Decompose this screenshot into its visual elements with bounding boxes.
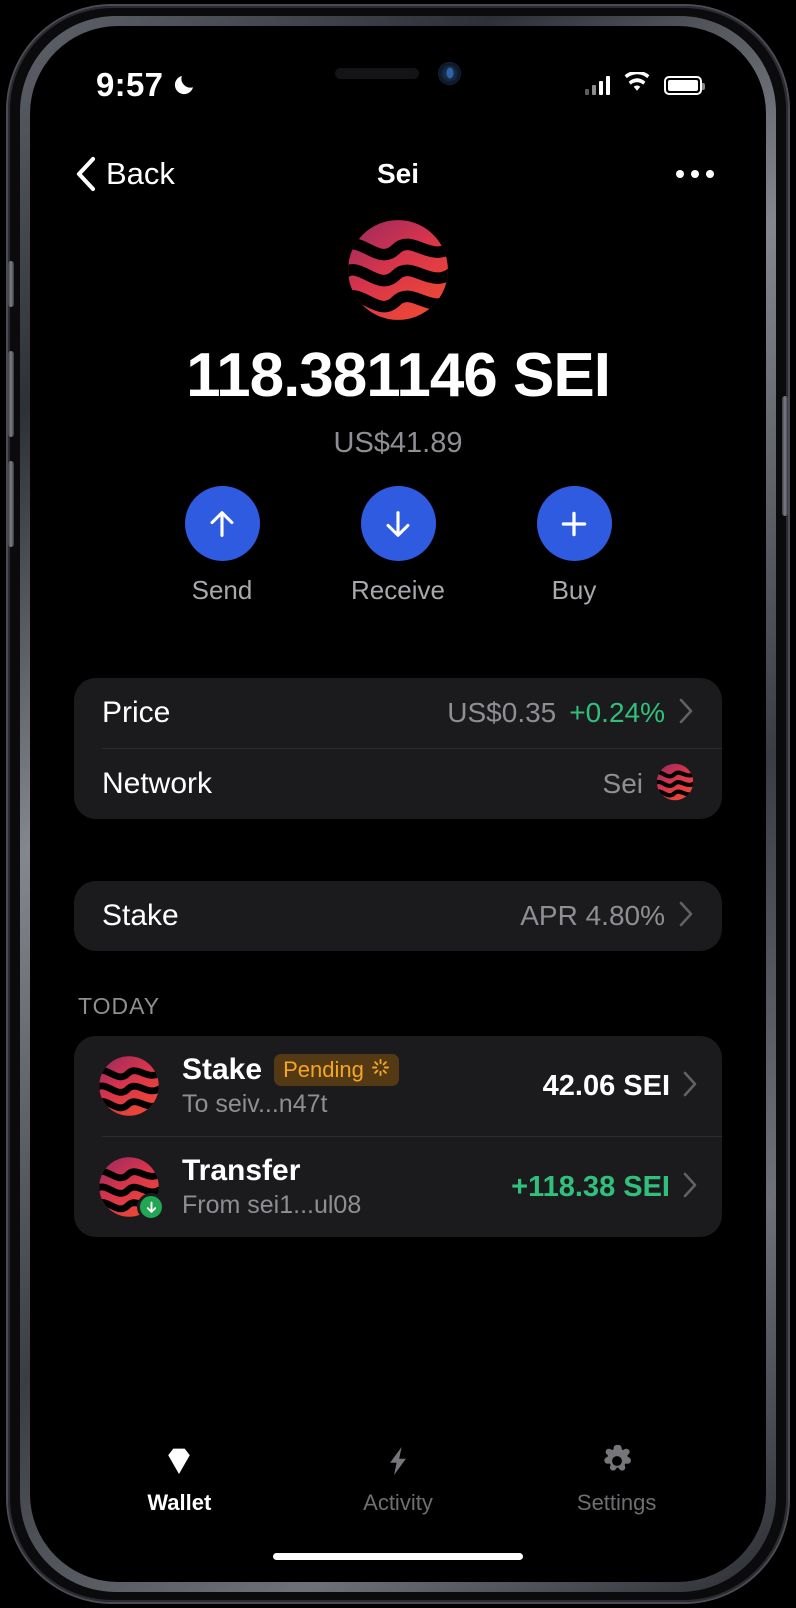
tab-activity[interactable]: Activity — [318, 1441, 478, 1516]
send-button-label: Send — [191, 575, 253, 605]
transaction-title-line: Transfer — [182, 1154, 511, 1188]
phone-device-frame: 9:57 Back Sei 118.381146 SEI US$41.89 Se… — [8, 6, 788, 1602]
status-bar-left: 9:57 — [96, 66, 196, 104]
transaction-subtitle: To seiv...n47t — [182, 1090, 328, 1118]
more-dot — [676, 170, 684, 178]
back-button[interactable]: Back — [74, 156, 175, 192]
sei-logo-icon — [98, 1055, 160, 1117]
receive-button-label: Receive — [351, 575, 445, 605]
home-indicator[interactable] — [273, 1553, 523, 1560]
transaction-details: Stake Pending To seiv...n47t — [182, 1053, 543, 1119]
transaction-title: Transfer — [182, 1154, 301, 1187]
sei-logo-icon — [346, 218, 450, 322]
volume-down-button[interactable] — [8, 461, 14, 547]
price-value: US$0.35 — [447, 697, 557, 728]
transaction-title-line: Stake Pending — [182, 1053, 543, 1087]
network-row-right: Sei — [603, 763, 694, 806]
sei-logo-icon — [656, 763, 694, 806]
arrow-down-icon — [360, 486, 436, 561]
plus-icon — [536, 486, 612, 561]
battery-full-icon — [664, 75, 705, 95]
transaction-amount-group: 42.06 SEI — [543, 1070, 698, 1103]
chevron-right-icon — [682, 1171, 698, 1204]
transaction-amount: 42.06 SEI — [542, 1069, 670, 1102]
receive-button[interactable]: Receive — [344, 486, 452, 606]
status-badge: Pending — [274, 1054, 399, 1086]
wifi-icon — [623, 70, 651, 98]
transactions-card: Stake Pending To seiv...n47t 42.06 SEI T… — [74, 1036, 722, 1237]
chevron-right-icon — [682, 1070, 698, 1103]
stake-apr-value: APR 4.80% — [520, 900, 665, 931]
network-row[interactable]: Network Sei — [74, 749, 722, 819]
lightning-bolt-icon — [318, 1441, 478, 1481]
transactions-section-title: TODAY — [78, 993, 161, 1019]
price-change: +0.24% — [569, 697, 665, 728]
token-info-card: Price US$0.35 +0.24% Network Sei — [74, 678, 722, 819]
send-button[interactable]: Send — [168, 486, 276, 606]
arrow-down-circle-icon — [137, 1193, 165, 1221]
token-balance: 118.381146 SEI — [186, 341, 611, 410]
chevron-right-icon — [678, 697, 694, 730]
tab-wallet-label: Wallet — [147, 1490, 212, 1515]
status-badge-label: Pending — [283, 1057, 364, 1082]
token-fiat-value: US$41.89 — [333, 427, 463, 459]
spinner-icon — [371, 1057, 390, 1083]
transaction-title: Stake — [182, 1053, 263, 1086]
chevron-left-icon — [74, 156, 96, 192]
phone-screen: 9:57 Back Sei 118.381146 SEI US$41.89 Se… — [30, 26, 766, 1582]
transaction-row-transfer[interactable]: Transfer From sei1...ul08 +118.38 SEI — [74, 1137, 722, 1237]
network-label: Network — [102, 767, 213, 800]
navigation-bar: Back Sei — [30, 138, 766, 210]
action-buttons: Send Receive Buy — [30, 486, 766, 606]
gem-icon — [99, 1441, 259, 1481]
transaction-subtitle: From sei1...ul08 — [182, 1191, 362, 1219]
stake-row-right: APR 4.80% — [520, 900, 694, 933]
tab-activity-label: Activity — [363, 1490, 433, 1515]
tab-wallet[interactable]: Wallet — [99, 1441, 259, 1516]
status-bar-right — [584, 70, 705, 98]
transaction-details: Transfer From sei1...ul08 — [182, 1154, 511, 1220]
status-bar: 9:57 — [30, 26, 766, 122]
more-options-button[interactable] — [668, 162, 722, 186]
tab-settings[interactable]: Settings — [537, 1441, 697, 1516]
network-value: Sei — [602, 768, 643, 799]
buy-button[interactable]: Buy — [520, 486, 628, 606]
arrow-up-icon — [184, 486, 260, 561]
transaction-row-stake[interactable]: Stake Pending To seiv...n47t 42.06 SEI — [74, 1036, 722, 1136]
stake-row[interactable]: Stake APR 4.80% — [74, 881, 722, 951]
cellular-bars-icon — [584, 75, 610, 95]
volume-up-button[interactable] — [8, 351, 14, 437]
power-button[interactable] — [782, 396, 788, 516]
price-label: Price — [102, 696, 171, 729]
chevron-right-icon — [678, 900, 694, 933]
transaction-amount-group: +118.38 SEI — [511, 1171, 698, 1204]
sei-logo-icon — [98, 1156, 165, 1221]
page-title: Sei — [376, 158, 420, 189]
price-row-right: US$0.35 +0.24% — [447, 697, 694, 730]
stake-label: Stake — [102, 899, 179, 932]
silent-switch-button[interactable] — [8, 261, 14, 307]
transaction-amount: +118.38 SEI — [511, 1170, 670, 1203]
tab-settings-label: Settings — [576, 1490, 657, 1515]
status-time: 9:57 — [96, 66, 164, 103]
crescent-moon-icon — [172, 73, 196, 97]
more-dot — [706, 170, 714, 178]
gear-icon — [537, 1441, 697, 1481]
bottom-tab-bar: Wallet Activity Settings — [30, 1441, 766, 1516]
buy-button-label: Buy — [551, 575, 597, 605]
stake-card: Stake APR 4.80% — [74, 881, 722, 951]
main-content: 118.381146 SEI US$41.89 Send Receive Buy… — [30, 210, 766, 1237]
back-button-label: Back — [106, 156, 175, 191]
price-row[interactable]: Price US$0.35 +0.24% — [74, 678, 722, 748]
more-dot — [691, 170, 699, 178]
